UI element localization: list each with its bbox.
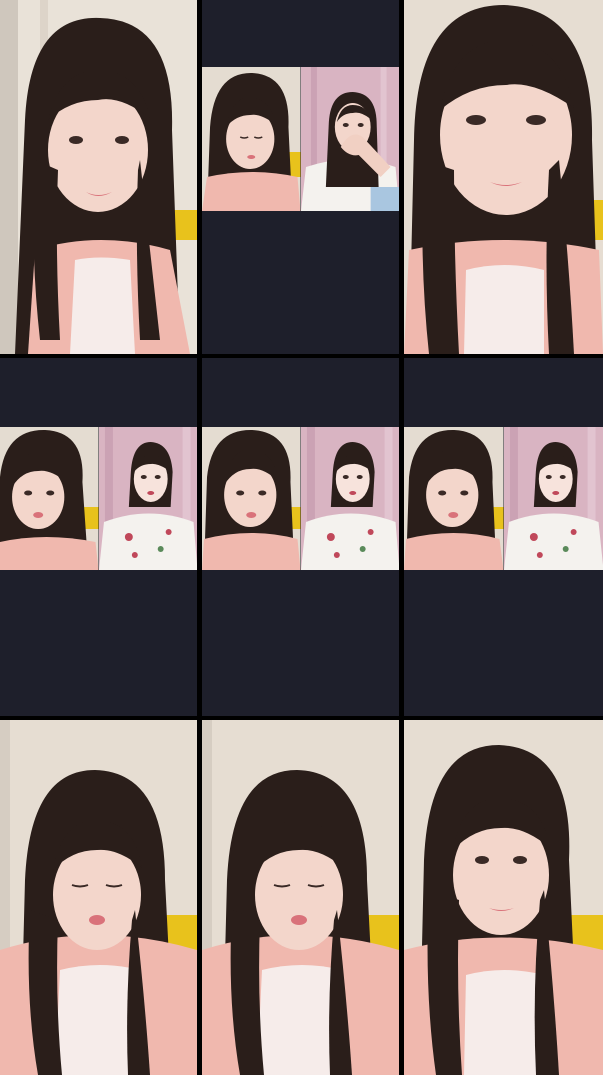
video-frame-girl-neutral: [404, 720, 603, 1075]
video-half-girl: [202, 427, 301, 570]
video-half-girl: [404, 427, 504, 570]
video-half-woman: [503, 427, 603, 570]
woman-floral-blouse-image: [300, 427, 399, 570]
video-half-girl: [0, 427, 99, 570]
video-tile-1[interactable]: [0, 0, 197, 354]
video-tile-5[interactable]: [202, 358, 399, 716]
girl-image: [404, 427, 504, 570]
video-tile-8[interactable]: [202, 720, 399, 1075]
video-tile-9[interactable]: [404, 720, 603, 1075]
girl-image: [202, 427, 301, 570]
video-tile-6[interactable]: [404, 358, 603, 716]
dual-video-frame: [202, 67, 399, 211]
video-tile-3[interactable]: [404, 0, 603, 354]
video-frame-girl-pouting: [0, 720, 197, 1075]
video-tile-4[interactable]: [0, 358, 197, 716]
video-frame-girl-closeup: [404, 0, 603, 354]
video-tile-7[interactable]: [0, 720, 197, 1075]
video-half-woman: [300, 67, 399, 211]
video-frame-girl-pouting: [202, 720, 399, 1075]
dual-video-frame: [404, 427, 603, 570]
dual-video-frame: [0, 427, 197, 570]
video-half-girl: [202, 67, 301, 211]
woman-floral-blouse-image: [503, 427, 603, 570]
woman-floral-blouse-image: [98, 427, 197, 570]
video-half-woman: [98, 427, 197, 570]
video-frame-girl: [0, 0, 197, 354]
video-tile-2[interactable]: [202, 0, 399, 354]
girl-looking-down-image: [202, 67, 301, 211]
video-half-woman: [300, 427, 399, 570]
girl-image: [0, 427, 99, 570]
woman-hand-face-image: [300, 67, 399, 211]
dual-video-frame: [202, 427, 399, 570]
video-grid: [0, 0, 603, 1075]
